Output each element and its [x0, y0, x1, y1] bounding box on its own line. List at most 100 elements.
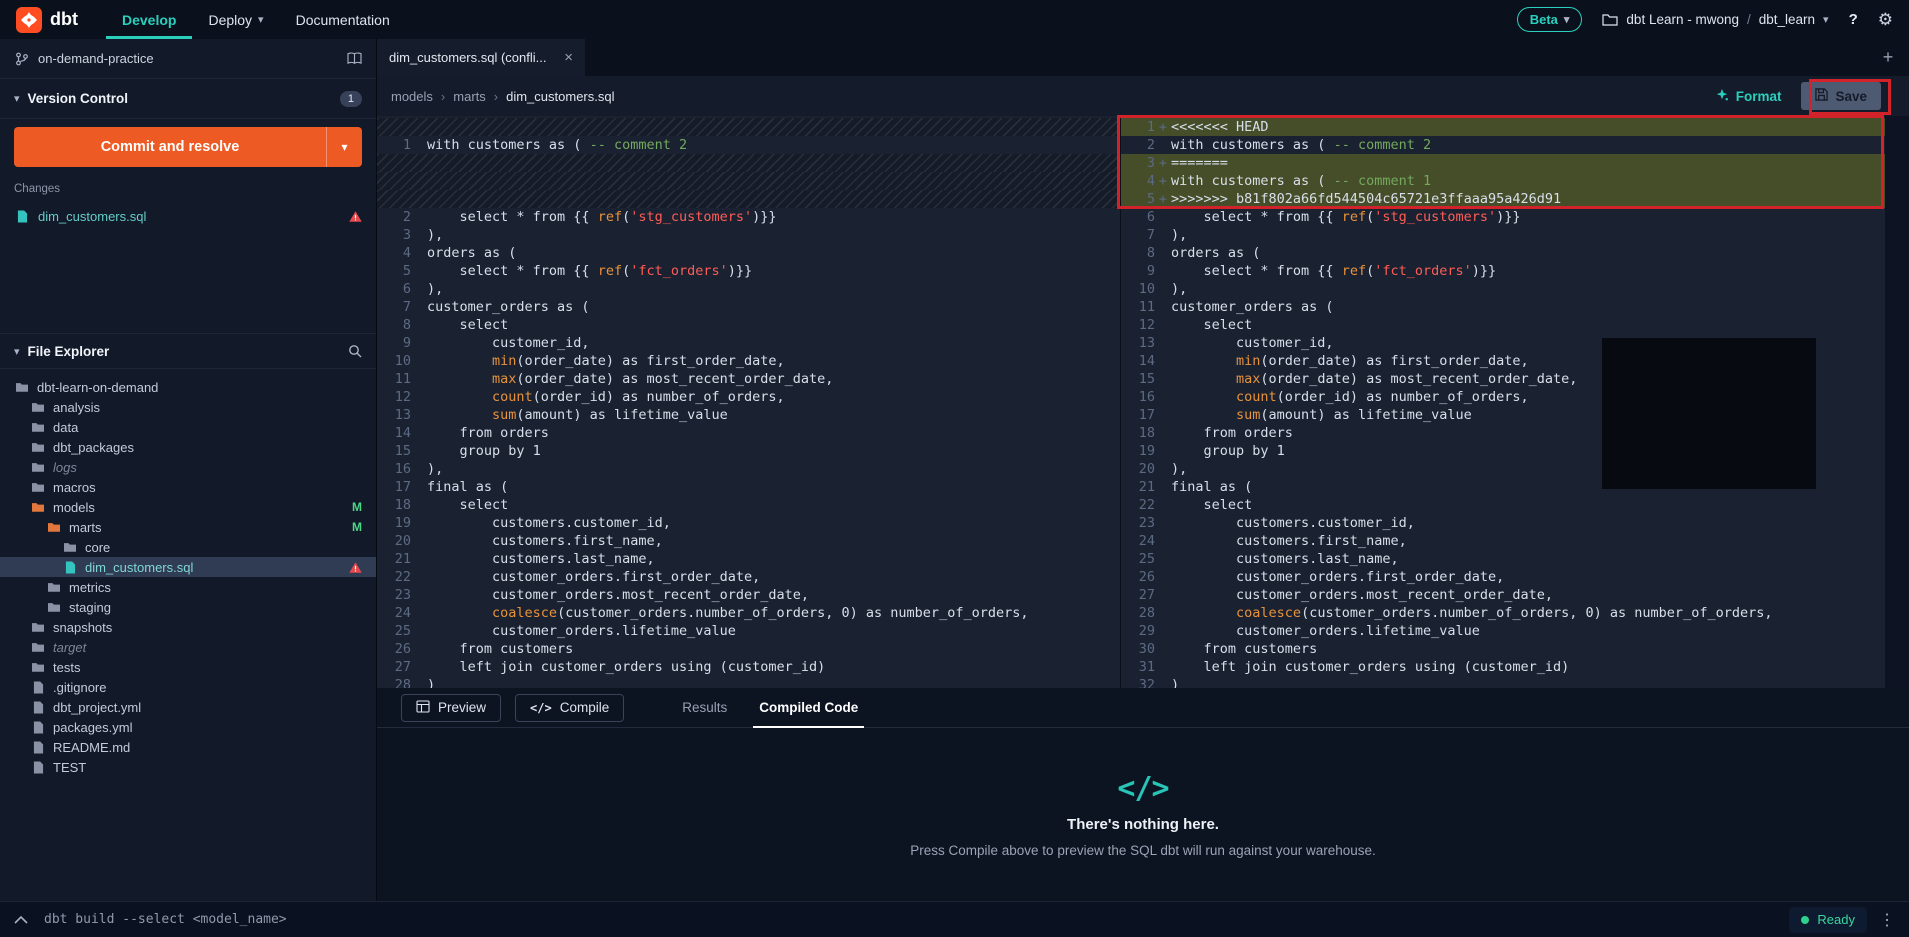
- code-line-28[interactable]: 28 coalesce(customer_orders.number_of_or…: [1121, 604, 1885, 622]
- search-icon[interactable]: [348, 344, 362, 358]
- code-line-14[interactable]: 14 from orders: [377, 424, 1120, 442]
- code-line-15[interactable]: 15 group by 1: [377, 442, 1120, 460]
- beta-button[interactable]: Beta ▾: [1517, 7, 1583, 32]
- tree-item-dbt_project.yml[interactable]: dbt_project.yml: [0, 697, 376, 717]
- code-line-10[interactable]: 10),: [1121, 280, 1885, 298]
- nav-item-documentation[interactable]: Documentation: [280, 0, 406, 39]
- tree-item-metrics[interactable]: metrics: [0, 577, 376, 597]
- code-line-20[interactable]: 20 customers.first_name,: [377, 532, 1120, 550]
- chevron-up-icon[interactable]: [14, 916, 28, 924]
- settings-gear-icon[interactable]: ⚙: [1878, 10, 1893, 30]
- dbt-logo[interactable]: dbt: [16, 7, 78, 33]
- breadcrumb-item[interactable]: models: [391, 89, 433, 104]
- code-line-13[interactable]: 13 sum(amount) as lifetime_value: [377, 406, 1120, 424]
- new-tab-plus-icon[interactable]: +: [1875, 47, 1901, 68]
- branch-selector[interactable]: on-demand-practice: [0, 39, 376, 79]
- code-line-8[interactable]: 8 select: [377, 316, 1120, 334]
- code-line-25[interactable]: 25 customers.last_name,: [1121, 550, 1885, 568]
- code-line-6[interactable]: 6 select * from {{ ref('stg_customers')}…: [1121, 208, 1885, 226]
- tree-item-staging[interactable]: staging: [0, 597, 376, 617]
- file-explorer-header[interactable]: ▾ File Explorer: [0, 333, 376, 369]
- code-line-2[interactable]: 2with customers as ( -- comment 2: [1121, 136, 1885, 154]
- format-button[interactable]: Format: [1715, 88, 1782, 105]
- tree-item-macros[interactable]: macros: [0, 477, 376, 497]
- code-line-21[interactable]: 21 customers.last_name,: [377, 550, 1120, 568]
- tree-item-.gitignore[interactable]: .gitignore: [0, 677, 376, 697]
- code-line-4[interactable]: 4+with customers as ( -- comment 1: [1121, 172, 1885, 190]
- code-line-7[interactable]: 7customer_orders as (: [377, 298, 1120, 316]
- code-line-3[interactable]: 3+=======: [1121, 154, 1885, 172]
- tree-item-data[interactable]: data: [0, 417, 376, 437]
- close-icon[interactable]: ×: [564, 49, 573, 66]
- kebab-menu-icon[interactable]: ⋮: [1879, 910, 1895, 930]
- save-button[interactable]: Save: [1801, 82, 1881, 110]
- tree-item-packages.yml[interactable]: packages.yml: [0, 717, 376, 737]
- tab-dim-customers-sql[interactable]: dim_customers.sql (confli... ×: [377, 39, 585, 76]
- code-line-4[interactable]: 4orders as (: [377, 244, 1120, 262]
- commit-and-resolve-button[interactable]: Commit and resolve ▾: [14, 127, 362, 167]
- tree-item-target[interactable]: target: [0, 637, 376, 657]
- code-line-32[interactable]: 32): [1121, 676, 1885, 688]
- code-line-27[interactable]: 27 customer_orders.most_recent_order_dat…: [1121, 586, 1885, 604]
- code-line-11[interactable]: 11customer_orders as (: [1121, 298, 1885, 316]
- tree-item-marts[interactable]: martsM: [0, 517, 376, 537]
- nav-item-deploy[interactable]: Deploy▾: [192, 0, 279, 39]
- code-line-16[interactable]: 16),: [377, 460, 1120, 478]
- code-line-5[interactable]: 5+>>>>>>> b81f802a66fd544504c65721e3ffaa…: [1121, 190, 1885, 208]
- tab-compiled-code[interactable]: Compiled Code: [743, 688, 874, 728]
- code-line-26[interactable]: 26 from customers: [377, 640, 1120, 658]
- changed-file-dim_customers.sql[interactable]: dim_customers.sql: [0, 203, 376, 229]
- breadcrumb-item[interactable]: marts: [453, 89, 486, 104]
- code-line-1[interactable]: 1+<<<<<<< HEAD: [1121, 118, 1885, 136]
- code-line-22[interactable]: 22 customer_orders.first_order_date,: [377, 568, 1120, 586]
- preview-button[interactable]: Preview: [401, 694, 501, 722]
- code-line-28[interactable]: 28): [377, 676, 1120, 688]
- code-line-30[interactable]: 30 from customers: [1121, 640, 1885, 658]
- code-line-22[interactable]: 22 select: [1121, 496, 1885, 514]
- version-control-header[interactable]: ▾ Version Control 1: [0, 79, 376, 119]
- tree-item-dbt-learn-on-demand[interactable]: dbt-learn-on-demand: [0, 377, 376, 397]
- tab-results[interactable]: Results: [666, 688, 743, 728]
- tree-item-snapshots[interactable]: snapshots: [0, 617, 376, 637]
- code-line-12[interactable]: 12 count(order_id) as number_of_orders,: [377, 388, 1120, 406]
- code-line-3[interactable]: 3),: [377, 226, 1120, 244]
- code-line-18[interactable]: 18 select: [377, 496, 1120, 514]
- tree-item-core[interactable]: core: [0, 537, 376, 557]
- tree-item-analysis[interactable]: analysis: [0, 397, 376, 417]
- code-line-24[interactable]: 24 customers.first_name,: [1121, 532, 1885, 550]
- code-line-11[interactable]: 11 max(order_date) as most_recent_order_…: [377, 370, 1120, 388]
- breadcrumb-item[interactable]: dim_customers.sql: [506, 89, 614, 104]
- account-switcher[interactable]: dbt Learn - mwong / dbt_learn ▾: [1602, 12, 1828, 27]
- command-input[interactable]: dbt build --select <model_name>: [44, 912, 287, 927]
- docs-book-icon[interactable]: [347, 52, 362, 65]
- code-line-8[interactable]: 8orders as (: [1121, 244, 1885, 262]
- code-line-23[interactable]: 23 customers.customer_id,: [1121, 514, 1885, 532]
- help-button[interactable]: ?: [1849, 11, 1858, 28]
- tree-item-README.md[interactable]: README.md: [0, 737, 376, 757]
- tree-item-tests[interactable]: tests: [0, 657, 376, 677]
- editor-pane-current[interactable]: 1with customers as ( -- comment 2 2 selec…: [377, 116, 1120, 688]
- code-line-29[interactable]: 29 customer_orders.lifetime_value: [1121, 622, 1885, 640]
- code-line-5[interactable]: 5 select * from {{ ref('fct_orders')}}: [377, 262, 1120, 280]
- tree-item-TEST[interactable]: TEST: [0, 757, 376, 777]
- code-line-17[interactable]: 17final as (: [377, 478, 1120, 496]
- tree-item-logs[interactable]: logs: [0, 457, 376, 477]
- nav-item-develop[interactable]: Develop: [106, 0, 192, 39]
- code-line-7[interactable]: 7),: [1121, 226, 1885, 244]
- code-line-9[interactable]: 9 customer_id,: [377, 334, 1120, 352]
- tree-item-dim_customers.sql[interactable]: dim_customers.sql: [0, 557, 376, 577]
- code-line-12[interactable]: 12 select: [1121, 316, 1885, 334]
- code-line-23[interactable]: 23 customer_orders.most_recent_order_dat…: [377, 586, 1120, 604]
- code-line-27[interactable]: 27 left join customer_orders using (cust…: [377, 658, 1120, 676]
- code-line-19[interactable]: 19 customers.customer_id,: [377, 514, 1120, 532]
- tree-item-dbt_packages[interactable]: dbt_packages: [0, 437, 376, 457]
- editor-split-view[interactable]: 1with customers as ( -- comment 2 2 selec…: [377, 116, 1909, 688]
- code-line-9[interactable]: 9 select * from {{ ref('fct_orders')}}: [1121, 262, 1885, 280]
- commit-options-chevron[interactable]: ▾: [326, 127, 362, 167]
- code-line-10[interactable]: 10 min(order_date) as first_order_date,: [377, 352, 1120, 370]
- code-line-26[interactable]: 26 customer_orders.first_order_date,: [1121, 568, 1885, 586]
- code-line-1[interactable]: 1with customers as ( -- comment 2: [377, 136, 1120, 154]
- code-line-6[interactable]: 6),: [377, 280, 1120, 298]
- code-line-2[interactable]: 2 select * from {{ ref('stg_customers')}…: [377, 208, 1120, 226]
- compile-button[interactable]: </> Compile: [515, 694, 624, 722]
